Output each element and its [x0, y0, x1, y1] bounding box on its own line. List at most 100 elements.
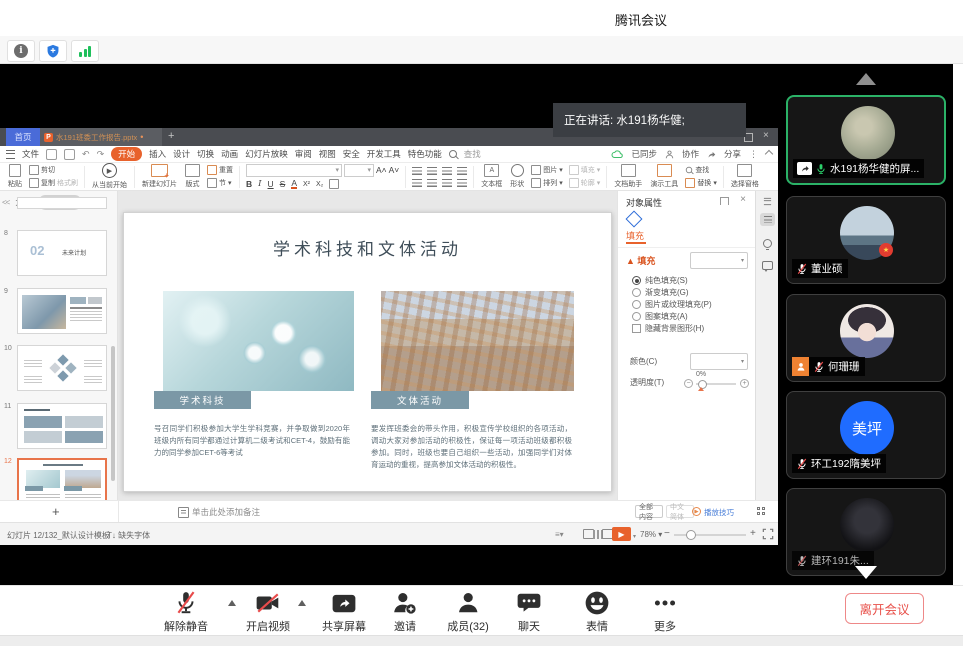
bullet-list-icon[interactable] [457, 167, 467, 175]
fill-tab[interactable]: 填充 [626, 229, 644, 242]
underline-button[interactable]: U [268, 179, 274, 189]
pin-icon[interactable] [720, 197, 729, 205]
slide-thumb-8[interactable]: 02 未来计划 [17, 230, 107, 276]
unmute-button[interactable]: 解除静音 [164, 590, 208, 634]
wps-close-icon[interactable]: × [763, 130, 769, 141]
collapse-panel-button[interactable]: << [2, 198, 9, 207]
font-family-select[interactable]: ▾ [246, 164, 342, 177]
menu-devtools[interactable]: 开发工具 [367, 148, 401, 160]
justify-icon[interactable] [412, 179, 422, 187]
leave-meeting-button[interactable]: 离开会议 [845, 593, 924, 624]
outline-button[interactable]: 轮廓 ▾ [569, 178, 601, 188]
hamburger-icon[interactable] [6, 150, 15, 159]
zoom-in-button[interactable]: + [750, 528, 756, 539]
language-button[interactable]: 中文简体 [666, 505, 694, 518]
scroll-participants-up-button[interactable] [856, 73, 876, 85]
font-color-button[interactable]: A [291, 179, 297, 190]
more-button[interactable]: 更多 [652, 590, 678, 634]
bold-button[interactable]: B [246, 179, 252, 189]
play-from-current-button[interactable]: ▶ 从当前开始 [88, 163, 131, 190]
scroll-participants-down-button[interactable] [855, 566, 877, 579]
radio-gradient-fill[interactable]: 渐变填充(G) [632, 287, 689, 298]
menu-animation[interactable]: 动画 [221, 148, 238, 160]
video-options-caret[interactable] [298, 600, 306, 606]
participant-tile[interactable]: 美坪 环工192隋美坪 [786, 391, 946, 479]
more-menu-icon[interactable]: ⋮ [749, 149, 758, 160]
slideshow-play-button[interactable]: ▶ [612, 527, 631, 541]
network-button[interactable] [71, 40, 99, 62]
collaborate-label[interactable]: 协作 [682, 148, 699, 160]
slide-thumb-9[interactable] [17, 288, 107, 334]
play-tips-link[interactable]: 播放技巧 [704, 507, 734, 518]
design-ideas-icon[interactable] [760, 237, 775, 250]
subscript-button[interactable]: X₂ [316, 181, 323, 188]
comments-icon[interactable] [760, 259, 775, 272]
members-button[interactable]: 成员(32) [447, 590, 489, 634]
synced-label[interactable]: 已同步 [631, 148, 657, 160]
search-icon[interactable] [449, 150, 457, 158]
menu-features[interactable]: 特色功能 [408, 148, 442, 160]
grow-font-button[interactable]: A˄ [376, 165, 387, 175]
checkbox-hide-background[interactable]: 隐藏背景图形(H) [632, 323, 704, 334]
menu-slideshow[interactable]: 幻灯片放映 [245, 148, 288, 160]
participant-tile[interactable]: 建环191朱... [786, 488, 946, 576]
save-icon[interactable] [46, 149, 57, 160]
menu-insert[interactable]: 插入 [149, 148, 166, 160]
participant-tile-sharing[interactable]: 水191杨华健的屏... [786, 95, 946, 185]
shrink-font-button[interactable]: A˅ [389, 165, 400, 175]
emoji-button[interactable]: 表情 [584, 590, 610, 634]
slide-thumb-10[interactable] [17, 345, 107, 391]
zoom-slider-thumb[interactable] [686, 530, 696, 540]
doc-assistant-button[interactable]: 文档助手 [610, 164, 646, 189]
template-name[interactable]: 2_默认设计模板 [53, 530, 110, 541]
thumbnail-scrollbar[interactable] [111, 346, 115, 481]
wps-document-tab[interactable]: P 水191班委工作报告.pptx • [40, 128, 162, 146]
align-left-icon[interactable] [412, 167, 422, 175]
notes-toggle-icon[interactable]: ≡▾ [555, 530, 564, 539]
color-dropdown[interactable]: ▾ [690, 353, 748, 370]
arrange-button[interactable]: 排列 ▾ [531, 178, 563, 188]
collapse-ribbon-icon[interactable] [765, 150, 773, 158]
zoom-out-button[interactable]: − [664, 528, 670, 539]
radio-solid-fill[interactable]: 纯色填充(S) [632, 275, 688, 286]
slide-thumb-12-current[interactable] [17, 458, 107, 504]
mic-options-caret[interactable] [228, 600, 236, 606]
copy-button[interactable]: 复制 [29, 178, 55, 188]
all-content-button[interactable]: 全部内容 [635, 505, 663, 518]
number-list-icon[interactable] [427, 179, 437, 187]
invite-button[interactable]: 邀请 [392, 590, 418, 634]
picture-button[interactable]: 图片 ▾ [531, 165, 563, 175]
drag-handle-icon[interactable] [760, 195, 775, 208]
security-button[interactable] [39, 40, 67, 62]
add-slide-button[interactable]: + [52, 504, 60, 519]
meeting-info-button[interactable]: i [7, 40, 35, 62]
close-panel-icon[interactable]: × [740, 194, 746, 205]
share-label[interactable]: 分享 [724, 148, 741, 160]
participant-tile[interactable]: 何珊珊 [786, 294, 946, 382]
transparency-plus-button[interactable]: + [740, 379, 749, 388]
menu-transition[interactable]: 切换 [197, 148, 214, 160]
menu-design[interactable]: 设计 [173, 148, 190, 160]
start-video-button[interactable]: 开启视频 [246, 590, 290, 634]
align-center-icon[interactable] [427, 167, 437, 175]
undo-icon[interactable]: ↶ [82, 149, 90, 160]
chat-button[interactable]: 聊天 [516, 590, 542, 634]
redo-icon[interactable]: ↷ [97, 149, 105, 160]
fill-button[interactable]: 填充 ▾ [569, 165, 601, 175]
menu-file[interactable]: 文件 [22, 148, 39, 160]
grid-layout-icon[interactable] [757, 507, 766, 516]
print-icon[interactable] [64, 149, 75, 160]
fit-screen-icon[interactable] [762, 528, 774, 540]
textbox-button[interactable]: A 文本框 [477, 164, 506, 189]
missing-font-warning[interactable]: T↓ 缺失字体 [107, 530, 150, 541]
slide-thumb-partial[interactable] [17, 197, 107, 209]
find-button[interactable]: 查找 [685, 165, 717, 175]
notes-placeholder[interactable]: 单击此处添加备注 [192, 506, 260, 518]
radio-picture-fill[interactable]: 图片或纹理填充(P) [632, 299, 712, 310]
fill-preset-dropdown[interactable]: ▾ [690, 252, 748, 269]
new-slide-button[interactable]: 新建幻灯片 [138, 164, 181, 189]
menu-security[interactable]: 安全 [343, 148, 360, 160]
zoom-slider[interactable] [674, 534, 746, 536]
reset-button[interactable]: 重置 [207, 165, 233, 175]
menu-review[interactable]: 审阅 [295, 148, 312, 160]
